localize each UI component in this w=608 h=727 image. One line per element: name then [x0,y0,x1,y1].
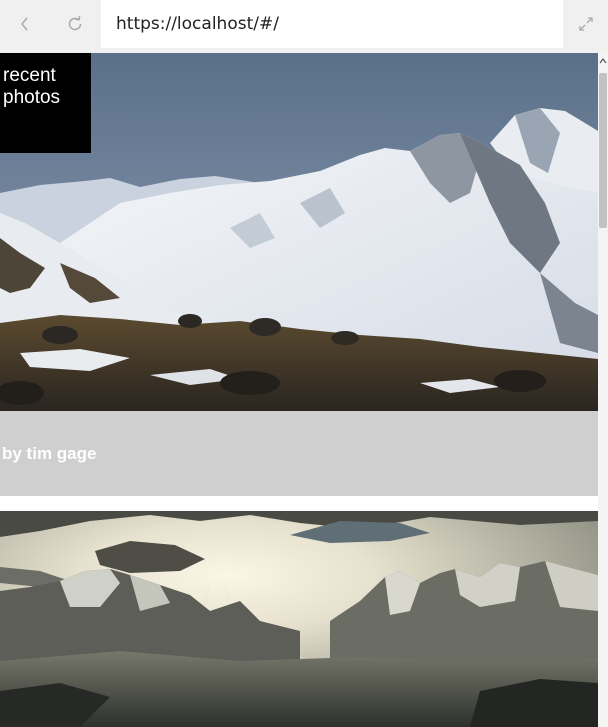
page-header: recent photos [0,53,91,153]
back-button[interactable] [0,0,50,48]
photo-card: recent photos by tim gage [0,53,598,496]
chevron-left-icon [21,17,28,31]
page-viewport: recent photos by tim gage [0,53,598,727]
address-bar[interactable]: https://localhost/#/ [101,0,563,48]
expand-button[interactable] [564,0,608,48]
photo-image [0,511,598,727]
vertical-scrollbar[interactable] [598,53,608,727]
photo-caption: by tim gage [2,443,97,463]
browser-toolbar: https://localhost/#/ [0,0,608,53]
expand-icon [579,17,593,31]
refresh-icon [68,15,82,31]
refresh-button[interactable] [50,0,100,48]
scroll-up-arrow-icon[interactable] [598,55,608,67]
photo-snowy-mountains[interactable]: recent photos [0,53,598,411]
scroll-thumb[interactable] [599,73,607,228]
photo-caption-bar: by tim gage [0,411,598,496]
url-text: https://localhost/#/ [116,14,279,34]
photo-sunbeam-mountains[interactable] [0,511,598,727]
page-title: recent photos [3,65,61,108]
photo-card [0,511,598,727]
